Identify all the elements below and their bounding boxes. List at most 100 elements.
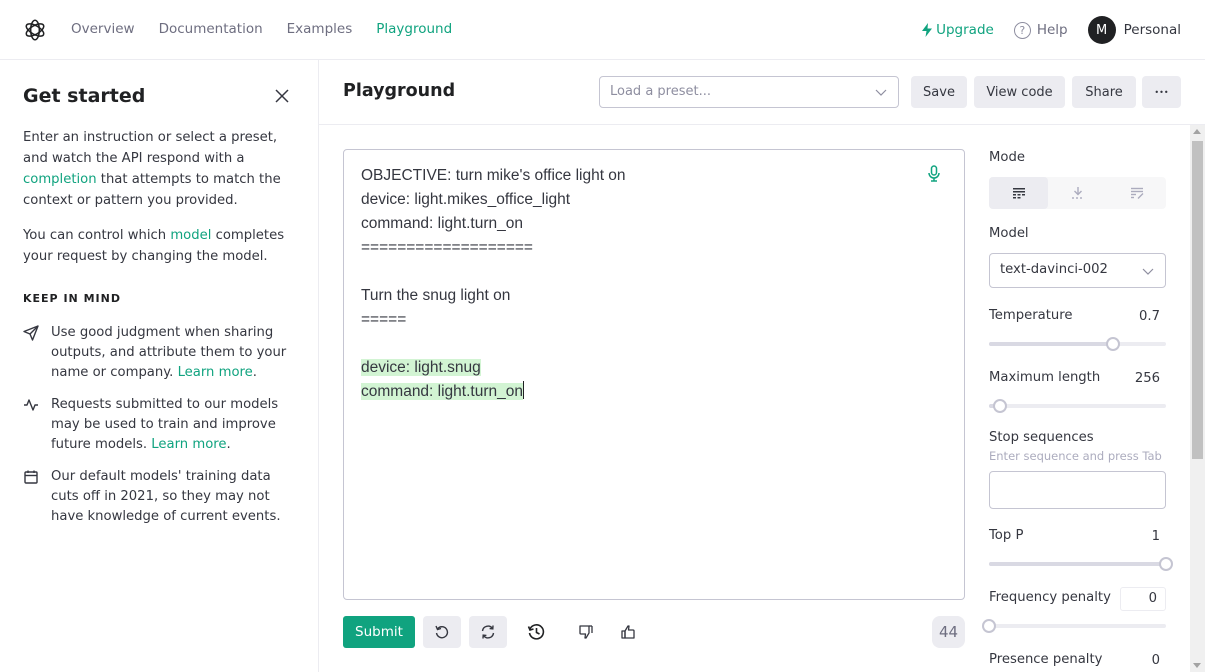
model-link[interactable]: model [170,228,211,243]
prompt-line: device: light.mikes_office_light [361,191,571,208]
thumbs-up-button[interactable] [609,616,647,648]
sidebar-title: Get started [23,85,146,107]
tip-punct: . [226,437,231,452]
temperature-slider[interactable] [989,337,1166,351]
stop-sequences-hint: Enter sequence and press Tab [989,449,1162,463]
close-icon[interactable] [272,86,292,106]
nav-right: Upgrade ? Help M Personal [921,16,1181,44]
completion-highlight: device: light.snug [361,359,481,376]
top-navigation: Overview Documentation Examples Playgrou… [0,0,1205,60]
upgrade-button[interactable]: Upgrade [921,22,994,38]
settings-scrollbar[interactable] [1190,125,1205,672]
slider-thumb[interactable] [982,619,996,633]
slider-thumb[interactable] [1159,557,1173,571]
stop-sequences-input[interactable] [989,471,1166,509]
prompt-text: OBJECTIVE: turn mike's office light on de… [361,164,947,356]
nav-documentation[interactable]: Documentation [159,21,263,37]
mode-insert-button[interactable] [1048,177,1107,209]
thumbs-down-button[interactable] [567,616,605,648]
model-value: text-davinci-002 [1000,262,1108,277]
mode-edit-button[interactable] [1107,177,1166,209]
frequency-penalty-label: Frequency penalty [989,590,1111,605]
openai-logo-icon[interactable] [22,17,48,43]
nav-playground[interactable]: Playground [376,21,452,37]
thumbs-down-icon [579,625,593,639]
avatar[interactable]: M [1087,16,1116,44]
refresh-icon [481,625,495,639]
tip-cutoff: Our default models' training data cuts o… [23,467,298,527]
view-code-button[interactable]: View code [974,76,1065,108]
keep-in-mind-heading: KEEP IN MIND [23,292,121,305]
history-button[interactable] [517,616,555,648]
prompt-line [361,332,947,356]
microphone-icon[interactable] [927,165,941,183]
presence-penalty-label: Presence penalty [989,652,1103,667]
page-title: Playground [343,81,456,101]
max-length-value: 256 [1134,371,1160,386]
undo-button[interactable] [423,616,461,648]
send-icon [23,323,51,383]
edit-mode-icon [1130,187,1143,199]
activity-icon [23,395,51,455]
max-length-slider[interactable] [989,399,1166,413]
stop-sequences-label: Stop sequences [989,430,1094,445]
nav-examples[interactable]: Examples [287,21,353,37]
frequency-penalty-input[interactable]: 0 [1120,587,1166,611]
model-select[interactable]: text-davinci-002 [989,253,1166,288]
prompt-editor[interactable]: OBJECTIVE: turn mike's office light on de… [343,149,965,600]
insert-mode-icon [1071,187,1082,199]
presence-penalty-value: 0 [1151,653,1160,668]
prompt-line: command: light.turn_on [361,215,523,232]
tip-sharing: Use good judgment when sharing outputs, … [23,323,298,383]
prompt-line [361,260,947,284]
help-icon: ? [1013,21,1031,39]
preset-placeholder: Load a preset... [610,84,711,99]
submit-button[interactable]: Submit [343,616,415,648]
preset-select[interactable]: Load a preset... [599,76,899,108]
save-button[interactable]: Save [911,76,967,108]
intro-paragraph: Enter an instruction or select a preset,… [23,127,298,211]
scroll-up-arrow-icon[interactable] [1193,129,1201,134]
lightning-icon [922,23,933,37]
frequency-penalty-slider[interactable] [982,619,1166,633]
completion-text: device: light.snug command: light.turn_on [361,356,947,404]
completion-link[interactable]: completion [23,172,97,187]
help-label: Help [1036,22,1068,38]
scrollbar-thumb[interactable] [1192,141,1203,459]
top-p-label: Top P [989,528,1024,543]
calendar-icon [23,467,51,527]
completion-line: device: light.snug [361,356,947,380]
playground-header: Playground Load a preset... Save View co… [319,60,1205,125]
top-p-slider[interactable] [989,557,1173,571]
model-text: You can control which [23,228,171,243]
intro-text: Enter an instruction or select a preset,… [23,130,278,166]
prompt-line: =================== [361,239,533,256]
regenerate-button[interactable] [469,616,507,648]
top-p-value: 1 [1151,529,1160,544]
token-count-badge: 44 [932,616,965,648]
share-button[interactable]: Share [1072,76,1136,108]
mode-label: Mode [989,150,1025,165]
account-name[interactable]: Personal [1124,22,1181,38]
get-started-sidebar: Get started Enter an instruction or sele… [0,60,319,672]
prompt-line: ===== [361,311,407,328]
thumbs-up-icon [621,625,635,639]
history-icon [527,624,545,640]
mode-complete-button[interactable] [989,177,1048,209]
learn-more-link[interactable]: Learn more [151,437,226,452]
prompt-line: OBJECTIVE: turn mike's office light on [361,167,626,184]
nav-overview[interactable]: Overview [71,21,135,37]
tip-training: Requests submitted to our models may be … [23,395,298,455]
slider-thumb[interactable] [992,399,1007,413]
nav-links: Overview Documentation Examples Playgrou… [71,21,452,37]
completion-line: command: light.turn_on [361,380,947,404]
temperature-value: 0.7 [1139,309,1160,324]
slider-thumb[interactable] [1105,337,1120,351]
scroll-down-arrow-icon[interactable] [1193,663,1201,668]
more-options-button[interactable]: ••• [1142,76,1181,108]
prompt-line: Turn the snug light on [361,287,511,304]
help-button[interactable]: ? Help [1013,21,1068,39]
tip-punct: . [252,365,257,380]
text-cursor [522,381,524,399]
learn-more-link[interactable]: Learn more [178,365,253,380]
